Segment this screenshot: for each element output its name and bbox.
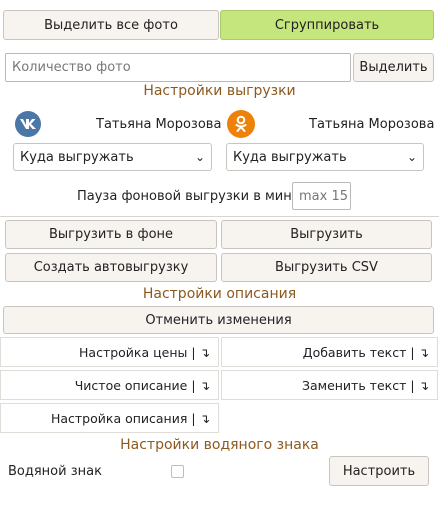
watermark-checkbox[interactable]	[171, 465, 184, 478]
chevron-down-icon: ⌄	[406, 150, 417, 164]
upload-background-button[interactable]: Выгрузить в фоне	[5, 220, 217, 249]
group-button[interactable]: Сгруппировать	[220, 10, 434, 40]
photo-count-input[interactable]: Количество фото	[5, 53, 351, 82]
pause-label: Пауза фоновой выгрузки в мин.	[77, 189, 296, 204]
pause-input[interactable]: max 15	[292, 182, 351, 210]
description-settings-item[interactable]: Настройка описания | ↴	[0, 403, 219, 433]
description-settings-title: Настройки описания	[142, 286, 297, 302]
vk-user-name: Татьяна Морозова	[96, 117, 222, 132]
ok-target-value: Куда выгружать	[233, 149, 347, 165]
price-settings-item[interactable]: Настройка цены | ↴	[0, 337, 219, 367]
watermark-label: Водяной знак	[8, 464, 102, 479]
cancel-changes-button[interactable]: Отменить изменения	[3, 306, 434, 334]
add-text-item[interactable]: Добавить текст | ↴	[221, 337, 438, 367]
clean-description-item[interactable]: Чистое описание | ↴	[0, 370, 219, 400]
replace-text-item[interactable]: Заменить текст | ↴	[221, 370, 438, 400]
watermark-settings-title: Настройки водяного знака	[120, 437, 319, 453]
ok-target-select[interactable]: Куда выгружать ⌄	[226, 143, 424, 171]
upload-button[interactable]: Выгрузить	[221, 220, 432, 249]
select-button[interactable]: Выделить	[353, 53, 434, 82]
vk-target-value: Куда выгружать	[20, 149, 134, 165]
vk-icon	[15, 111, 41, 137]
divider	[0, 216, 439, 217]
select-all-photos-button[interactable]: Выделить все фото	[3, 10, 219, 40]
configure-watermark-button[interactable]: Настроить	[329, 456, 429, 486]
chevron-down-icon: ⌄	[194, 150, 205, 164]
upload-settings-title: Настройки выгрузки	[143, 83, 296, 99]
vk-target-select[interactable]: Куда выгружать ⌄	[13, 143, 212, 171]
create-autoupload-button[interactable]: Создать автовыгрузку	[5, 253, 217, 282]
ok-user-name: Татьяна Морозова	[309, 117, 435, 132]
odnoklassniki-icon	[227, 110, 255, 138]
upload-csv-button[interactable]: Выгрузить CSV	[221, 253, 432, 282]
